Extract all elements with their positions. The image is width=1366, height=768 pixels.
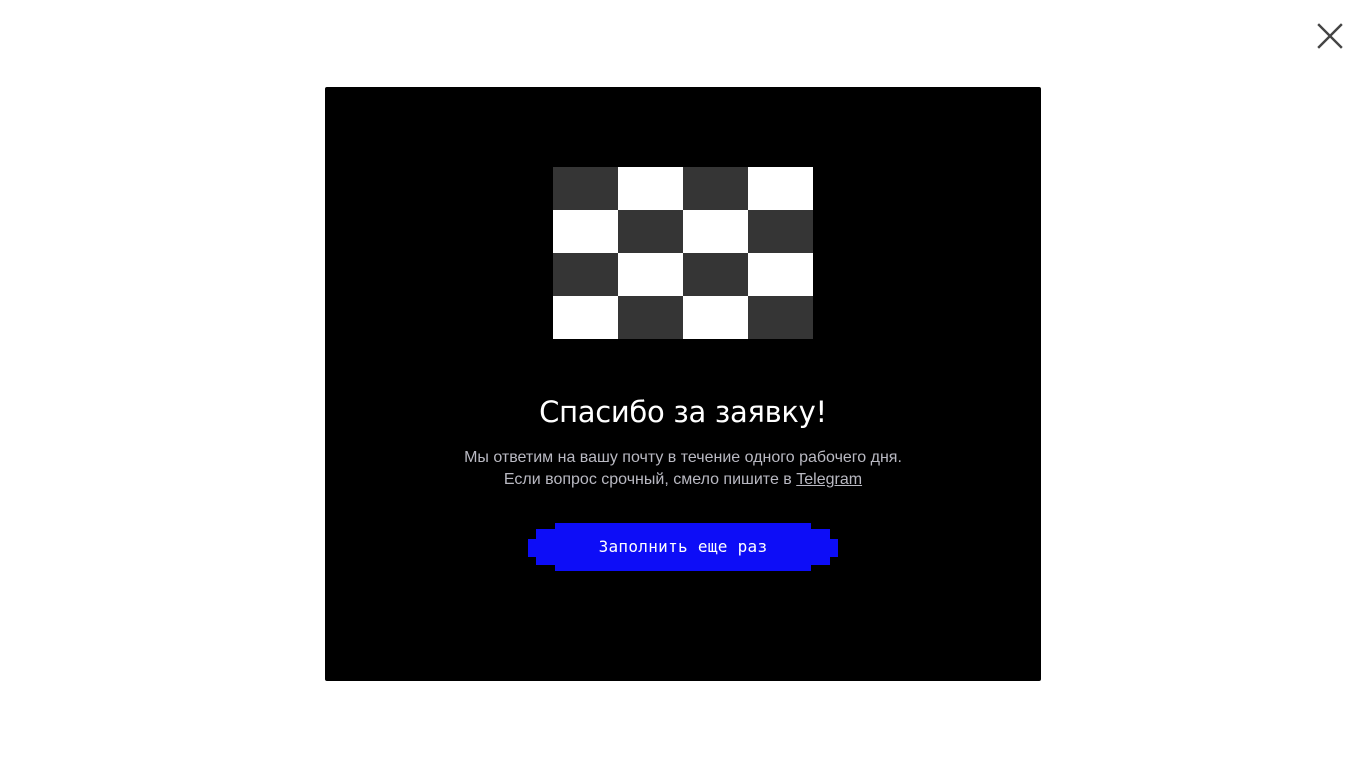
checker-cell [553,210,618,253]
telegram-link[interactable]: Telegram [796,471,862,488]
checker-cell [553,167,618,210]
checker-cell [553,296,618,339]
checker-cell [748,253,813,296]
checker-cell [618,296,683,339]
checker-cell [748,296,813,339]
checker-cell [683,296,748,339]
checker-cell [618,253,683,296]
close-icon [1317,23,1343,49]
checker-cell [683,167,748,210]
fill-again-button[interactable]: Заполнить еще раз [528,523,838,571]
checker-cell [683,253,748,296]
modal-description: Мы ответим на вашу почту в течение одног… [453,447,913,491]
page: Спасибо за заявку! Мы ответим на вашу по… [0,0,1366,768]
checker-cell [748,167,813,210]
checker-cell [553,253,618,296]
checker-pattern [553,167,813,339]
checker-cell [618,167,683,210]
success-modal: Спасибо за заявку! Мы ответим на вашу по… [325,87,1041,681]
checker-cell [618,210,683,253]
checker-cell [683,210,748,253]
button-label: Заполнить еще раз [598,537,768,556]
close-button[interactable] [1312,18,1348,54]
checker-cell [748,210,813,253]
modal-title: Спасибо за заявку! [539,395,827,429]
